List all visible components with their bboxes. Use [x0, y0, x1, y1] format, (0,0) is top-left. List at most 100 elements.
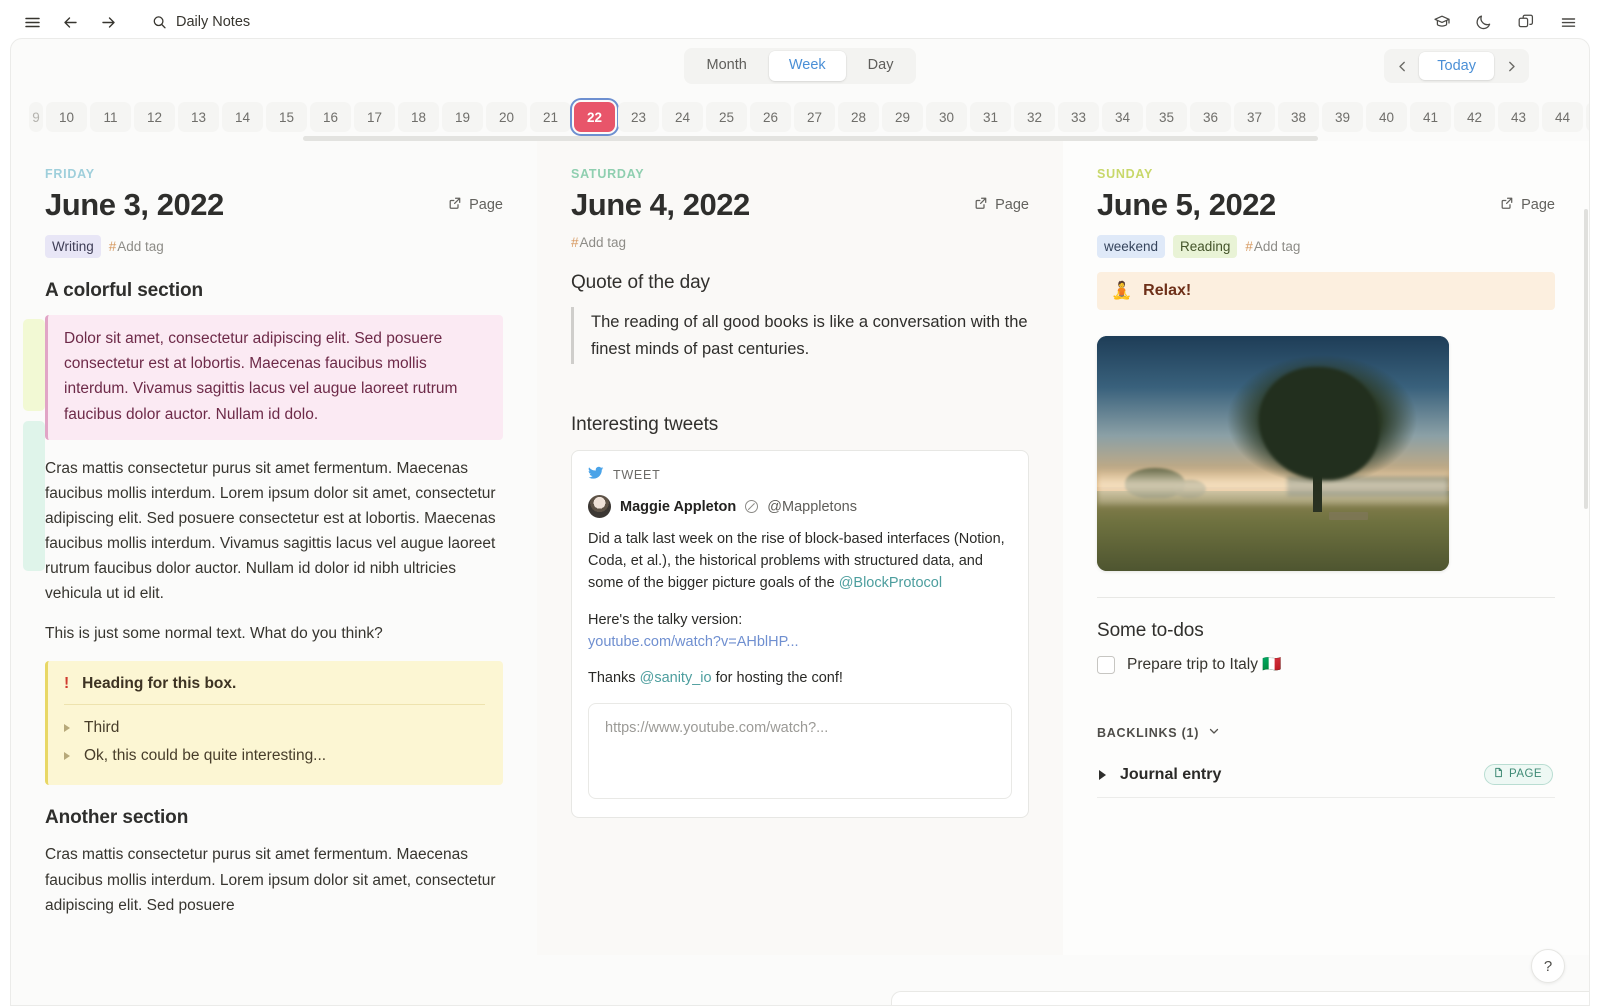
- week-chip-partial-start[interactable]: 9: [29, 102, 43, 132]
- tweet-text-part-3: Thanks: [588, 670, 640, 686]
- triangle-right-icon[interactable]: [64, 752, 70, 760]
- week-chip-39[interactable]: 39: [1322, 102, 1363, 132]
- week-chip-32[interactable]: 32: [1014, 102, 1055, 132]
- week-chip-13[interactable]: 13: [178, 102, 219, 132]
- tweet-author[interactable]: Maggie Appleton @Mappletons: [588, 495, 1012, 518]
- page-badge[interactable]: PAGE: [1484, 764, 1553, 785]
- backlink-item[interactable]: Journal entry PAGE: [1097, 754, 1555, 798]
- add-tag-button[interactable]: #Add tag: [109, 239, 164, 254]
- week-chip-22[interactable]: 22: [574, 102, 615, 132]
- week-chip-41[interactable]: 41: [1410, 102, 1451, 132]
- callout-yellow-item[interactable]: Third: [64, 714, 485, 742]
- tweet-embed-card[interactable]: https://www.youtube.com/watch?...: [588, 703, 1012, 799]
- today-button[interactable]: Today: [1419, 52, 1494, 80]
- meditation-emoji-icon: 🧘: [1111, 281, 1132, 301]
- add-tag-button[interactable]: #Add tag: [571, 235, 626, 250]
- arrow-left-icon[interactable]: [54, 6, 86, 38]
- search-button[interactable]: Daily Notes: [144, 10, 258, 34]
- add-tag-button[interactable]: #Add tag: [1245, 239, 1300, 254]
- week-chip-26[interactable]: 26: [750, 102, 791, 132]
- todo-checkbox[interactable]: [1097, 656, 1115, 674]
- week-number-strip[interactable]: 9 10111213141516171819202122232425262728…: [11, 93, 1589, 141]
- week-chip-10[interactable]: 10: [46, 102, 87, 132]
- open-page-button[interactable]: Page: [1500, 196, 1555, 214]
- week-chip-34[interactable]: 34: [1102, 102, 1143, 132]
- open-page-button[interactable]: Page: [448, 196, 503, 214]
- triangle-right-icon[interactable]: [1099, 770, 1106, 780]
- tag-weekend[interactable]: weekend: [1097, 235, 1165, 259]
- menu-icon[interactable]: [1552, 6, 1584, 38]
- add-tag-label: Add tag: [1254, 239, 1301, 254]
- moon-icon[interactable]: [1468, 6, 1500, 38]
- paragraph-3: Cras mattis consectetur purus sit amet f…: [45, 842, 503, 917]
- callout-pink-text: Dolor sit amet, consectetur adipiscing e…: [64, 326, 487, 426]
- week-chip-36[interactable]: 36: [1190, 102, 1231, 132]
- week-chip-38[interactable]: 38: [1278, 102, 1319, 132]
- view-tab-month[interactable]: Month: [687, 51, 767, 80]
- tag-writing[interactable]: Writing: [45, 235, 101, 259]
- week-chip-30[interactable]: 30: [926, 102, 967, 132]
- callout-yellow-item-label: Third: [84, 719, 119, 737]
- callout-yellow-item[interactable]: Ok, this could be quite interesting...: [64, 742, 485, 770]
- previous-week-button[interactable]: [1387, 52, 1417, 80]
- tweet-author-handle: @Mappletons: [767, 499, 857, 515]
- app-window: Month Week Day Today 9 10111213141516171…: [10, 38, 1590, 1006]
- blockquote[interactable]: The reading of all good books is like a …: [571, 307, 1029, 365]
- callout-yellow[interactable]: ! Heading for this box. Third Ok, this c…: [45, 661, 503, 785]
- callout-pink[interactable]: Dolor sit amet, consectetur adipiscing e…: [45, 315, 503, 439]
- tag-row: Writing #Add tag: [45, 235, 503, 259]
- week-chip-19[interactable]: 19: [442, 102, 483, 132]
- todo-item[interactable]: Prepare trip to Italy 🇮🇹: [1097, 655, 1555, 674]
- day-header: June 5, 2022 Page: [1097, 187, 1555, 223]
- copy-icon[interactable]: [1510, 6, 1542, 38]
- tweet-mention-blockprotocol[interactable]: @BlockProtocol: [839, 575, 942, 591]
- help-button[interactable]: ?: [1531, 949, 1565, 983]
- week-chip-23[interactable]: 23: [618, 102, 659, 132]
- week-chip-35[interactable]: 35: [1146, 102, 1187, 132]
- hamburger-icon[interactable]: [16, 6, 48, 38]
- week-chip-partial-end[interactable]: [1586, 102, 1589, 132]
- open-page-label: Page: [995, 197, 1029, 213]
- week-chip-20[interactable]: 20: [486, 102, 527, 132]
- graduation-cap-icon[interactable]: [1426, 6, 1458, 38]
- week-chip-40[interactable]: 40: [1366, 102, 1407, 132]
- backlinks-toggle[interactable]: BACKLINKS (1): [1097, 724, 1555, 742]
- week-chip-15[interactable]: 15: [266, 102, 307, 132]
- week-chip-42[interactable]: 42: [1454, 102, 1495, 132]
- tweet-mention-sanity[interactable]: @sanity_io: [640, 670, 712, 686]
- week-chip-11[interactable]: 11: [90, 102, 131, 132]
- backlink-title: Journal entry: [1120, 766, 1221, 784]
- week-chip-28[interactable]: 28: [838, 102, 879, 132]
- page-scrollbar[interactable]: [1584, 209, 1588, 509]
- week-chip-33[interactable]: 33: [1058, 102, 1099, 132]
- week-chip-24[interactable]: 24: [662, 102, 703, 132]
- week-chip-21[interactable]: 21: [530, 102, 571, 132]
- week-chip-12[interactable]: 12: [134, 102, 175, 132]
- week-chip-18[interactable]: 18: [398, 102, 439, 132]
- tweet-text-part-4: for hosting the conf!: [712, 670, 843, 686]
- week-chip-27[interactable]: 27: [794, 102, 835, 132]
- week-chip-31[interactable]: 31: [970, 102, 1011, 132]
- tweet-youtube-link[interactable]: youtube.com/watch?v=AHblHP...: [588, 634, 799, 650]
- week-chip-16[interactable]: 16: [310, 102, 351, 132]
- callout-relax[interactable]: 🧘 Relax!: [1097, 272, 1555, 310]
- view-tab-day[interactable]: Day: [848, 51, 914, 80]
- tag-reading[interactable]: Reading: [1173, 235, 1237, 259]
- next-week-button[interactable]: [1496, 52, 1526, 80]
- week-chip-44[interactable]: 44: [1542, 102, 1583, 132]
- tweet-card[interactable]: TWEET Maggie Appleton @Mappletons Did a …: [571, 450, 1029, 817]
- view-tab-week[interactable]: Week: [769, 51, 846, 80]
- day-content-saturday: Quote of the day The reading of all good…: [571, 272, 1029, 818]
- week-chip-29[interactable]: 29: [882, 102, 923, 132]
- week-chip-14[interactable]: 14: [222, 102, 263, 132]
- open-page-button[interactable]: Page: [974, 196, 1029, 214]
- week-chip-17[interactable]: 17: [354, 102, 395, 132]
- tweet-kicker: TWEET: [588, 465, 1012, 484]
- day-column-saturday: SATURDAY June 4, 2022 Page #Add tag: [537, 141, 1063, 955]
- week-chip-43[interactable]: 43: [1498, 102, 1539, 132]
- triangle-right-icon[interactable]: [64, 724, 70, 732]
- photo-tree-sunrise[interactable]: [1097, 336, 1449, 571]
- arrow-right-icon[interactable]: [92, 6, 124, 38]
- week-chip-37[interactable]: 37: [1234, 102, 1275, 132]
- week-chip-25[interactable]: 25: [706, 102, 747, 132]
